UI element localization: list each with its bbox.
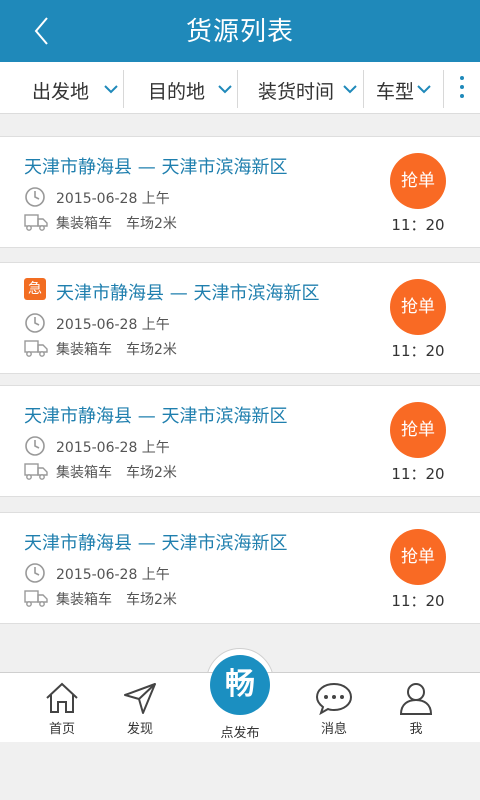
- yard-text: 车场2米: [126, 592, 177, 608]
- tab-label: 发现: [126, 722, 153, 737]
- date-text: 2015-06-28 上午: [56, 567, 170, 583]
- more-options-icon[interactable]: [456, 76, 468, 102]
- tab-label: 点发布: [220, 726, 260, 741]
- route-text: 天津市静海县 — 天津市滨海新区: [24, 533, 288, 554]
- time-text: 11：20: [391, 216, 445, 234]
- yard-text: 车场2米: [126, 342, 177, 358]
- date-text: 2015-06-28 上午: [56, 317, 170, 333]
- route-text: 天津市静海县 — 天津市滨海新区: [56, 283, 320, 304]
- cargo-card[interactable]: 天津市静海县 — 天津市滨海新区 2015-06-28 上午 集装箱车 车场2米…: [0, 512, 480, 624]
- tab-label: 消息: [320, 722, 347, 737]
- clock-icon: [25, 436, 45, 456]
- route-text: 天津市静海县 — 天津市滨海新区: [24, 406, 288, 427]
- tab-home[interactable]: 首页: [22, 681, 102, 737]
- vehicle-type-text: 集装箱车: [56, 216, 112, 232]
- date-text: 2015-06-28 上午: [56, 191, 170, 207]
- vehicle-type-text: 集装箱车: [56, 342, 112, 358]
- grab-order-button[interactable]: 抢单: [390, 153, 446, 209]
- truck-icon: [24, 214, 48, 231]
- user-icon: [399, 683, 433, 715]
- filter-departure[interactable]: 出发地: [0, 62, 124, 114]
- vehicle-type-text: 集装箱车: [56, 592, 112, 608]
- truck-icon: [24, 340, 48, 357]
- home-icon: [46, 682, 78, 713]
- filter-loading-time[interactable]: 装货时间: [238, 62, 364, 114]
- clock-icon: [25, 313, 45, 333]
- filter-label: 车型: [376, 81, 415, 103]
- tab-discover[interactable]: 发现: [100, 681, 180, 737]
- filter-label: 出发地: [32, 81, 90, 103]
- tab-me[interactable]: 我: [376, 681, 456, 737]
- bottom-area: [0, 742, 480, 800]
- publish-button[interactable]: 畅: [210, 655, 270, 715]
- filter-vehicle-type[interactable]: 车型: [364, 62, 444, 114]
- chevron-down-icon: [417, 85, 431, 94]
- urgent-badge: 急: [24, 278, 46, 300]
- clock-icon: [25, 563, 45, 583]
- filter-bar: 出发地 目的地 装货时间 车型: [0, 62, 480, 114]
- time-text: 11：20: [391, 342, 445, 360]
- page-title: 货源列表: [185, 17, 294, 47]
- divider: [443, 70, 444, 108]
- tab-label: 首页: [48, 722, 75, 737]
- chevron-down-icon: [104, 85, 118, 94]
- date-text: 2015-06-28 上午: [56, 440, 170, 456]
- truck-icon: [24, 590, 48, 607]
- time-text: 11：20: [391, 465, 445, 483]
- app-header: 货源列表: [0, 0, 480, 62]
- navigation-arrow-icon: [124, 683, 156, 714]
- cargo-card[interactable]: 急 天津市静海县 — 天津市滨海新区 2015-06-28 上午 集装箱车 车场…: [0, 262, 480, 374]
- time-text: 11：20: [391, 592, 445, 610]
- grab-order-button[interactable]: 抢单: [390, 279, 446, 335]
- grab-order-button[interactable]: 抢单: [390, 402, 446, 458]
- chevron-down-icon: [343, 85, 357, 94]
- filter-label: 目的地: [148, 81, 206, 103]
- chat-bubble-icon: [315, 682, 353, 715]
- grab-order-button[interactable]: 抢单: [390, 529, 446, 585]
- tab-label: 我: [409, 722, 423, 737]
- cargo-card[interactable]: 天津市静海县 — 天津市滨海新区 2015-06-28 上午 集装箱车 车场2米…: [0, 136, 480, 248]
- tab-messages[interactable]: 消息: [294, 681, 374, 737]
- chevron-down-icon: [218, 85, 232, 94]
- vehicle-type-text: 集装箱车: [56, 465, 112, 481]
- filter-destination[interactable]: 目的地: [124, 62, 238, 114]
- truck-icon: [24, 463, 48, 480]
- cargo-card[interactable]: 天津市静海县 — 天津市滨海新区 2015-06-28 上午 集装箱车 车场2米…: [0, 385, 480, 497]
- filter-label: 装货时间: [258, 81, 335, 103]
- yard-text: 车场2米: [126, 465, 177, 481]
- yard-text: 车场2米: [126, 216, 177, 232]
- clock-icon: [25, 187, 45, 207]
- route-text: 天津市静海县 — 天津市滨海新区: [24, 157, 288, 178]
